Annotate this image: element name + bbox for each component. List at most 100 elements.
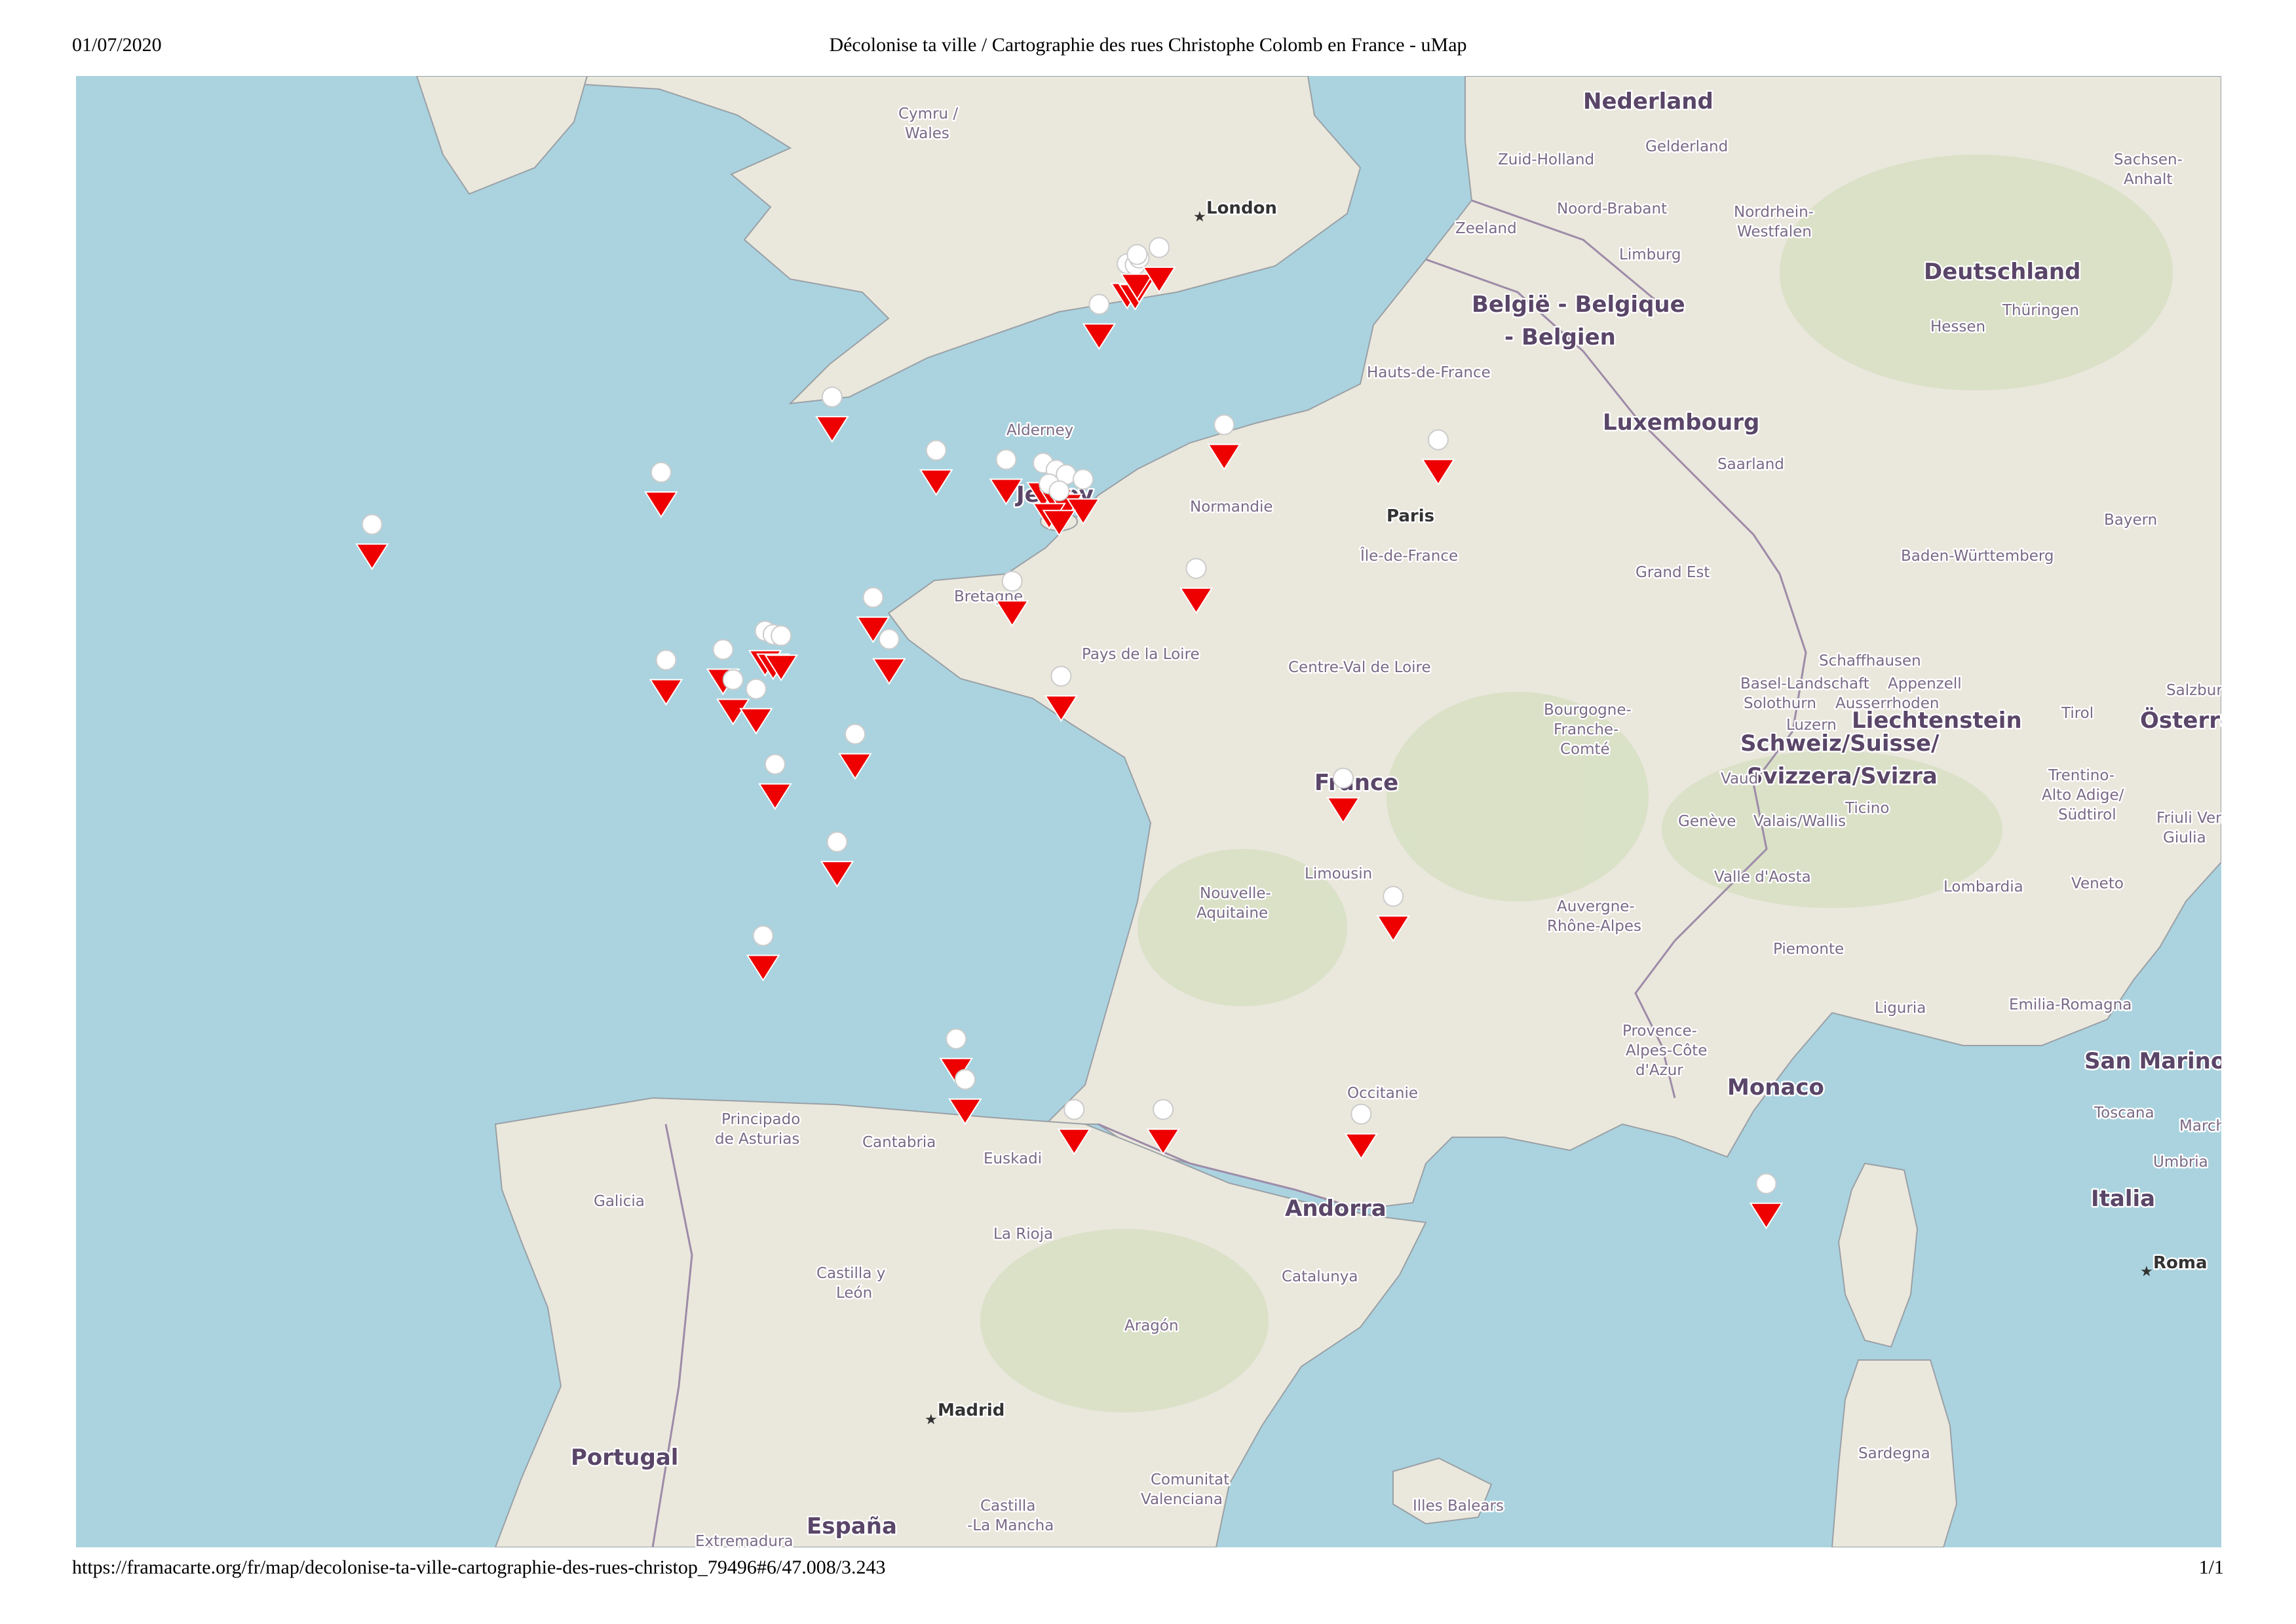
- marker-cluster-dot-icon[interactable]: [946, 1028, 967, 1049]
- marker-cluster-dot-icon[interactable]: [862, 587, 884, 608]
- label-la-mancha: -La Mancha: [967, 1517, 1054, 1534]
- marker-cluster-dot-icon[interactable]: [1088, 293, 1110, 315]
- label-belgique: België - Belgique: [1472, 292, 1685, 318]
- label-friuli: Friuli Vene: [2156, 810, 2221, 827]
- marker-cluster-dot-icon[interactable]: [771, 625, 792, 647]
- marker-cluster-dot-icon[interactable]: [1350, 1103, 1372, 1125]
- label-schaffhausen: Schaffhausen: [1819, 652, 1921, 670]
- marker-cluster-dot-icon[interactable]: [1383, 886, 1404, 907]
- label-dazur: d'Azur: [1636, 1062, 1683, 1079]
- label-luxembourg: Luxembourg: [1603, 409, 1759, 436]
- label-nouvelle: Nouvelle-: [1200, 885, 1271, 902]
- label-pays-de-la-loire: Pays de la Loire: [1082, 646, 1200, 663]
- label-noord-brabant: Noord-Brabant: [1557, 200, 1667, 217]
- label-espana: España: [807, 1513, 897, 1539]
- marker-cluster-dot-icon[interactable]: [752, 925, 774, 947]
- label-london: London: [1206, 198, 1277, 218]
- label-occitanie: Occitanie: [1347, 1085, 1418, 1102]
- marker-cluster-dot-icon[interactable]: [712, 639, 734, 660]
- label-svizzera: Svizzera/Svizra: [1747, 763, 1938, 789]
- marker-cluster-dot-icon[interactable]: [878, 628, 900, 650]
- label-valle-daosta: Valle d'Aosta: [1714, 869, 1811, 886]
- london-star-icon: ★: [1193, 209, 1206, 225]
- label-paris: Paris: [1387, 506, 1434, 526]
- label-thuringen: Thüringen: [2002, 302, 2079, 319]
- marker-cluster-dot-icon[interactable]: [722, 669, 744, 690]
- label-trentino: Trentino-: [2048, 767, 2114, 784]
- label-hauts-de-france: Hauts-de-France: [1367, 364, 1491, 381]
- label-bayern: Bayern: [2104, 512, 2157, 529]
- marker-cluster-dot-icon[interactable]: [1048, 480, 1070, 502]
- label-la-rioja: La Rioja: [993, 1226, 1053, 1243]
- marker-cluster-dot-icon[interactable]: [845, 723, 866, 745]
- marker-cluster-dot-icon[interactable]: [1149, 236, 1170, 258]
- label-ticino: Ticino: [1845, 800, 1889, 817]
- label-toscana: Toscana: [2094, 1105, 2154, 1122]
- marker-cluster-dot-icon[interactable]: [361, 514, 383, 535]
- marker-cluster-dot-icon[interactable]: [1063, 1099, 1085, 1120]
- label-provence: Provence-: [1622, 1023, 1697, 1040]
- label-baden-wurttemberg: Baden-Württemberg: [1901, 548, 2054, 565]
- marker-cluster-dot-icon[interactable]: [1153, 1099, 1174, 1120]
- marker-cluster-dot-icon[interactable]: [1050, 666, 1072, 687]
- marker-cluster-dot-icon[interactable]: [1073, 468, 1094, 490]
- label-lombardia: Lombardia: [1943, 878, 2023, 896]
- label-alderney: Alderney: [1006, 422, 1073, 439]
- marker-cluster-dot-icon[interactable]: [925, 440, 947, 461]
- label-nederland: Nederland: [1583, 88, 1713, 115]
- label-limousin: Limousin: [1305, 865, 1372, 882]
- map-svg[interactable]: Nederland België - Belgique - Belgien De…: [76, 76, 2221, 1547]
- print-page-number: 1/1: [2198, 1557, 2224, 1578]
- print-header: 01/07/2020 Décolonise ta ville / Cartogr…: [0, 34, 2296, 73]
- label-sardegna: Sardegna: [1858, 1445, 1930, 1462]
- marker-cluster-dot-icon[interactable]: [821, 387, 843, 407]
- label-rhone-alpes: Rhône-Alpes: [1547, 918, 1641, 935]
- label-salzburg: Salzburg: [2166, 682, 2221, 699]
- label-ile-de-france: Île-de-France: [1360, 546, 1458, 565]
- marker-cluster-dot-icon[interactable]: [1755, 1173, 1777, 1194]
- marker-cluster-dot-icon[interactable]: [764, 753, 786, 775]
- label-de-asturias: de Asturias: [715, 1131, 799, 1148]
- label-schweiz: Schweiz/Suisse/: [1740, 730, 1940, 757]
- marker-cluster-dot-icon[interactable]: [954, 1068, 976, 1090]
- label-comte: Comté: [1560, 741, 1610, 758]
- label-emilia-romagna: Emilia-Romagna: [2009, 996, 2132, 1013]
- label-alpes-cote: Alpes-Côte: [1626, 1042, 1707, 1059]
- label-luzern: Luzern: [1786, 717, 1837, 734]
- label-belgien: - Belgien: [1504, 324, 1616, 350]
- label-castilla-y: Castilla y: [816, 1265, 885, 1282]
- label-extremadura: Extremadura: [695, 1533, 794, 1547]
- label-umbria: Umbria: [2153, 1154, 2208, 1171]
- label-basel: Basel-Landschaft: [1740, 675, 1869, 692]
- marker-cluster-dot-icon[interactable]: [650, 462, 672, 483]
- marker-cluster-dot-icon[interactable]: [826, 831, 848, 853]
- marker-cluster-dot-icon[interactable]: [1427, 429, 1449, 451]
- map-canvas[interactable]: Nederland België - Belgique - Belgien De…: [76, 76, 2221, 1547]
- label-ausserrhoden: Ausserrhoden: [1835, 695, 1940, 712]
- marker-cluster-dot-icon[interactable]: [1001, 571, 1023, 592]
- marker-cluster-dot-icon[interactable]: [1185, 557, 1207, 579]
- label-castilla: Castilla: [980, 1498, 1035, 1515]
- marker-cluster-dot-icon[interactable]: [1332, 767, 1354, 789]
- label-cantabria: Cantabria: [862, 1134, 936, 1151]
- print-url: https://framacarte.org/fr/map/decolonise…: [72, 1557, 886, 1578]
- label-zuid-holland: Zuid-Holland: [1498, 151, 1594, 168]
- label-normandie: Normandie: [1190, 499, 1273, 516]
- label-giulia: Giulia: [2163, 829, 2206, 846]
- label-nordrhein: Nordrhein-: [1734, 204, 1814, 221]
- label-sudtirol: Südtirol: [2058, 806, 2116, 823]
- marker-cluster-dot-icon[interactable]: [1126, 244, 1148, 265]
- print-title: Décolonise ta ville / Cartographie des r…: [829, 34, 1467, 56]
- label-wales: Wales: [905, 125, 949, 142]
- marker-cluster-dot-icon[interactable]: [655, 649, 677, 671]
- label-marche: Marche: [2179, 1118, 2221, 1135]
- label-zeeland: Zeeland: [1455, 220, 1517, 237]
- marker-cluster-dot-icon[interactable]: [995, 449, 1017, 470]
- label-andorra: Andorra: [1285, 1196, 1387, 1222]
- label-monaco: Monaco: [1727, 1074, 1824, 1101]
- label-solothurn: Solothurn: [1744, 695, 1816, 712]
- label-gelderland: Gelderland: [1645, 138, 1728, 155]
- label-anhalt: Anhalt: [2124, 171, 2172, 188]
- marker-cluster-dot-icon[interactable]: [1214, 414, 1235, 436]
- marker-cluster-dot-icon[interactable]: [745, 678, 767, 700]
